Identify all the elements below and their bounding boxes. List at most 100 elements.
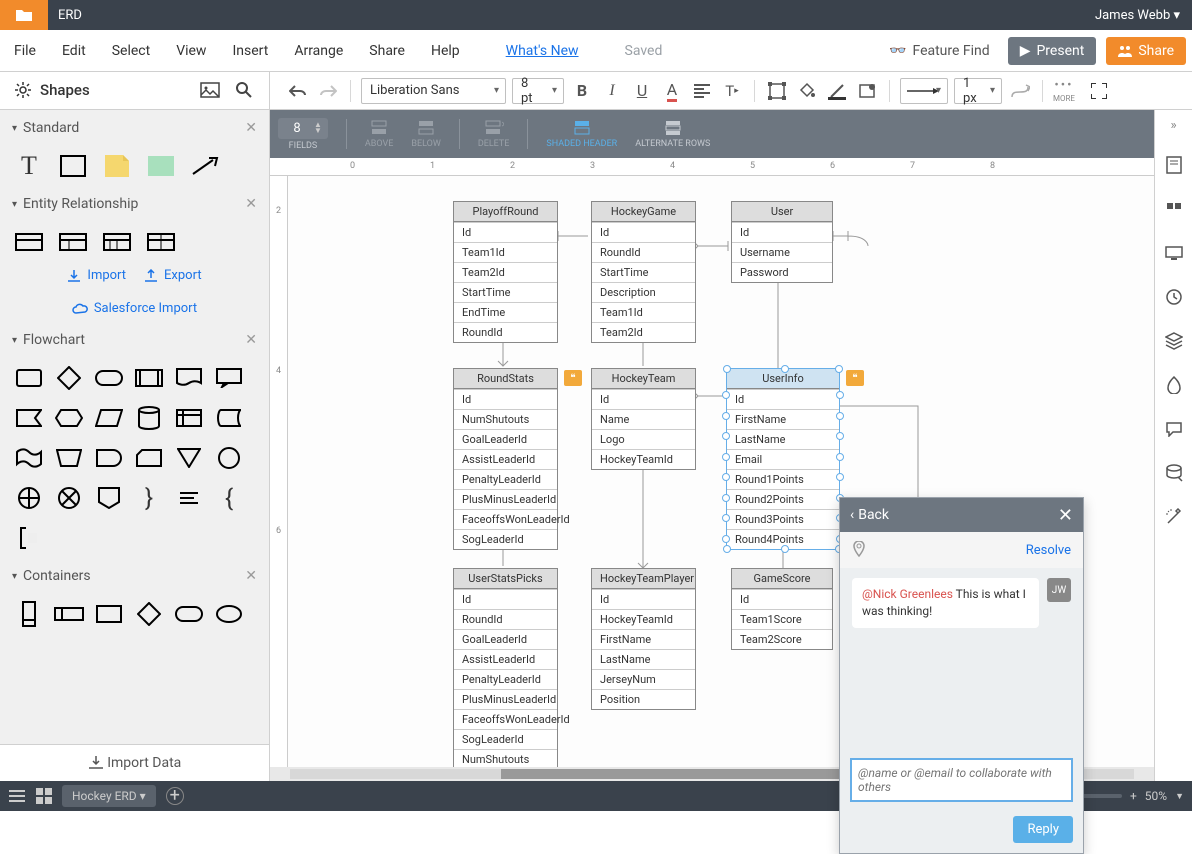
fc-brace-r[interactable]: } xyxy=(134,484,164,512)
underline-button[interactable]: U xyxy=(630,79,654,103)
entity-hockeygame[interactable]: HockeyGame Id RoundId StartTime Descript… xyxy=(591,201,696,343)
fields-count[interactable]: ▲▼ FIELDS xyxy=(278,118,328,151)
grid-view-icon[interactable] xyxy=(36,788,52,804)
fill-color-button[interactable] xyxy=(795,79,819,103)
whats-new-link[interactable]: What's New xyxy=(498,37,587,65)
comment-tag-1[interactable]: ❝ xyxy=(564,370,582,386)
entity-shape-2[interactable] xyxy=(58,228,88,256)
font-family-select[interactable]: Liberation Sans xyxy=(361,78,506,104)
italic-button[interactable]: I xyxy=(600,79,624,103)
menu-view[interactable]: View xyxy=(168,37,214,65)
export-link[interactable]: Export xyxy=(144,268,202,283)
chat-icon[interactable] xyxy=(1162,417,1186,441)
entity-hockeyteamplayer[interactable]: HockeyTeamPlayer Id HockeyTeamId FirstNa… xyxy=(591,568,696,710)
comment-input[interactable] xyxy=(850,758,1073,802)
fc-card[interactable] xyxy=(134,444,164,472)
fc-annotation[interactable] xyxy=(14,524,44,552)
fc-cylinder[interactable] xyxy=(134,404,164,432)
arrow-shape[interactable] xyxy=(190,152,220,180)
section-er[interactable]: Entity Relationship✕ xyxy=(0,186,269,222)
fc-rect[interactable] xyxy=(14,364,44,392)
entity-userstatspicks[interactable]: UserStatsPicks Id RoundId GoalLeaderId A… xyxy=(453,568,558,767)
fullscreen-button[interactable] xyxy=(1087,79,1111,103)
magic-icon[interactable] xyxy=(1162,505,1186,529)
user-menu[interactable]: James Webb ▾ xyxy=(1083,8,1192,23)
menu-edit[interactable]: Edit xyxy=(54,37,94,65)
fc-circle[interactable] xyxy=(214,444,244,472)
fc-diamond[interactable] xyxy=(54,364,84,392)
shape-bounds-button[interactable] xyxy=(765,79,789,103)
menu-help[interactable]: Help xyxy=(423,37,468,65)
layers-icon[interactable] xyxy=(1162,329,1186,353)
gear-icon[interactable] xyxy=(14,81,32,99)
add-page-button[interactable]: + xyxy=(166,787,184,805)
text-options-button[interactable]: T▸ xyxy=(720,79,744,103)
section-standard[interactable]: Standard✕ xyxy=(0,110,269,146)
comment-close-button[interactable]: ✕ xyxy=(1058,505,1073,526)
entity-roundstats[interactable]: RoundStats Id NumShutouts GoalLeaderId A… xyxy=(453,368,558,550)
comment-back-button[interactable]: ‹ Back xyxy=(850,507,889,523)
shape-options-button[interactable] xyxy=(855,79,879,103)
list-view-icon[interactable] xyxy=(8,789,26,803)
fc-internal[interactable] xyxy=(174,404,204,432)
bold-button[interactable]: B xyxy=(570,79,594,103)
fc-or[interactable] xyxy=(54,484,84,512)
block-shape[interactable] xyxy=(146,152,176,180)
fc-triangle[interactable] xyxy=(174,444,204,472)
line-width-select[interactable]: 1 px xyxy=(954,78,1002,104)
resolve-button[interactable]: Resolve xyxy=(1026,543,1071,558)
share-button[interactable]: Share xyxy=(1106,37,1186,65)
menu-select[interactable]: Select xyxy=(104,37,158,65)
import-data-button[interactable]: Import Data xyxy=(0,744,269,781)
line-color-button[interactable] xyxy=(825,79,849,103)
present-button[interactable]: ▶ Present xyxy=(1008,37,1097,65)
fc-stored[interactable] xyxy=(214,404,244,432)
import-link[interactable]: Import xyxy=(67,268,126,283)
fc-predef[interactable] xyxy=(134,364,164,392)
document-title[interactable]: ERD xyxy=(48,8,92,23)
fc-brace-l[interactable]: { xyxy=(214,484,244,512)
salesforce-import-link[interactable]: Salesforce Import xyxy=(12,301,257,316)
presentation-icon[interactable] xyxy=(1162,241,1186,265)
menu-file[interactable]: File xyxy=(6,37,44,65)
text-shape[interactable]: T xyxy=(14,152,44,180)
entity-shape-4[interactable] xyxy=(146,228,176,256)
more-button[interactable]: ••• MORE xyxy=(1053,78,1075,103)
data-link-icon[interactable] xyxy=(1162,461,1186,485)
delete-row-button[interactable]: ✕ DELETE xyxy=(478,119,510,149)
line-style-select[interactable] xyxy=(900,78,948,104)
entity-gamescore[interactable]: GameScore Id Team1Score Team2Score xyxy=(731,568,833,650)
page-tab[interactable]: Hockey ERD ▾ xyxy=(62,785,156,807)
menu-share[interactable]: Share xyxy=(361,37,413,65)
section-flowchart[interactable]: Flowchart✕ xyxy=(0,322,269,358)
fc-hex[interactable] xyxy=(54,404,84,432)
menu-arrange[interactable]: Arrange xyxy=(286,37,351,65)
image-icon[interactable] xyxy=(197,77,223,103)
alternate-rows-button[interactable]: ALTERNATE ROWS xyxy=(635,119,710,149)
insert-above-button[interactable]: ABOVE xyxy=(365,119,393,149)
line-options-button[interactable] xyxy=(1008,79,1032,103)
section-containers[interactable]: Containers✕ xyxy=(0,558,269,594)
align-button[interactable] xyxy=(690,79,714,103)
fields-input[interactable] xyxy=(284,121,310,136)
fc-shape-7[interactable] xyxy=(14,404,44,432)
fc-parallel[interactable] xyxy=(94,404,124,432)
cont-5[interactable] xyxy=(174,600,204,628)
font-size-select[interactable]: 8 pt xyxy=(512,78,564,104)
zoom-level[interactable]: 50% xyxy=(1145,789,1167,803)
fc-delay[interactable] xyxy=(94,444,124,472)
entity-shape-1[interactable] xyxy=(14,228,44,256)
feature-find-button[interactable]: 👓 Feature Find xyxy=(881,43,998,59)
theme-icon[interactable] xyxy=(1162,373,1186,397)
comment-tag-2[interactable]: ❝ xyxy=(846,370,864,386)
redo-button[interactable] xyxy=(316,79,340,103)
fc-callout[interactable] xyxy=(214,364,244,392)
entity-hockeyteam[interactable]: HockeyTeam Id Name Logo HockeyTeamId xyxy=(591,368,696,470)
fc-offpage[interactable] xyxy=(94,484,124,512)
folder-icon[interactable] xyxy=(0,0,48,30)
fc-tape[interactable] xyxy=(14,444,44,472)
undo-button[interactable] xyxy=(286,79,310,103)
fc-sum[interactable] xyxy=(14,484,44,512)
entity-user[interactable]: User Id Username Password xyxy=(731,201,833,283)
entity-playoffround[interactable]: PlayoffRound Id Team1Id Team2Id StartTim… xyxy=(453,201,558,343)
